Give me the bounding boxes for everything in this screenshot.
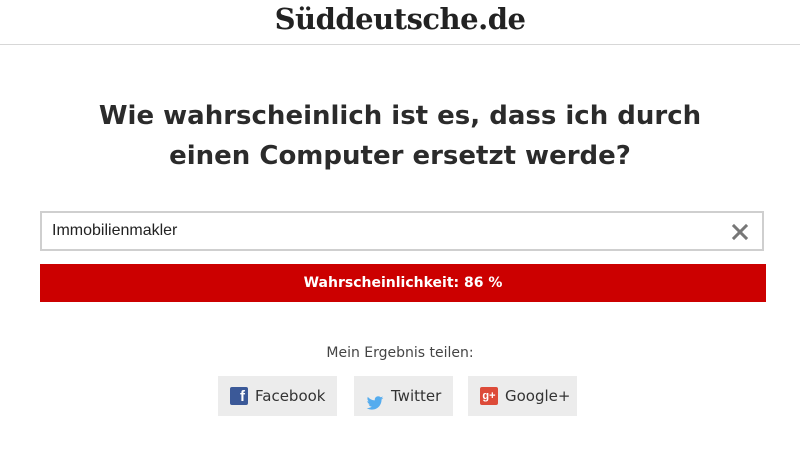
google-plus-share-label: Google+ [505, 387, 571, 405]
google-plus-share-button[interactable]: g+ Google+ [468, 376, 577, 416]
job-search-value[interactable]: Immobilienmakler [52, 222, 177, 240]
close-icon[interactable] [730, 222, 750, 242]
page-title-line-1: Wie wahrscheinlich ist es, dass ich durc… [98, 101, 702, 131]
site-header: Süddeutsche.de [0, 0, 800, 45]
page-title: Wie wahrscheinlich ist es, dass ich durc… [40, 96, 760, 176]
job-search-input[interactable]: Immobilienmakler [40, 211, 764, 251]
google-plus-icon: g+ [480, 387, 498, 405]
twitter-icon [366, 387, 384, 410]
facebook-share-button[interactable]: f Facebook [218, 376, 337, 416]
facebook-icon: f [230, 387, 248, 405]
twitter-share-button[interactable]: Twitter [354, 376, 453, 416]
site-logo[interactable]: Süddeutsche.de [0, 1, 800, 37]
facebook-share-label: Facebook [255, 387, 326, 405]
probability-result-bar: Wahrscheinlichkeit: 86 % [40, 264, 766, 302]
page-title-line-2: einen Computer ersetzt werde? [169, 141, 631, 171]
share-label: Mein Ergebnis teilen: [326, 345, 474, 361]
share-buttons: f Facebook Twitter g+ Google+ [0, 376, 800, 416]
twitter-share-label: Twitter [391, 387, 442, 405]
